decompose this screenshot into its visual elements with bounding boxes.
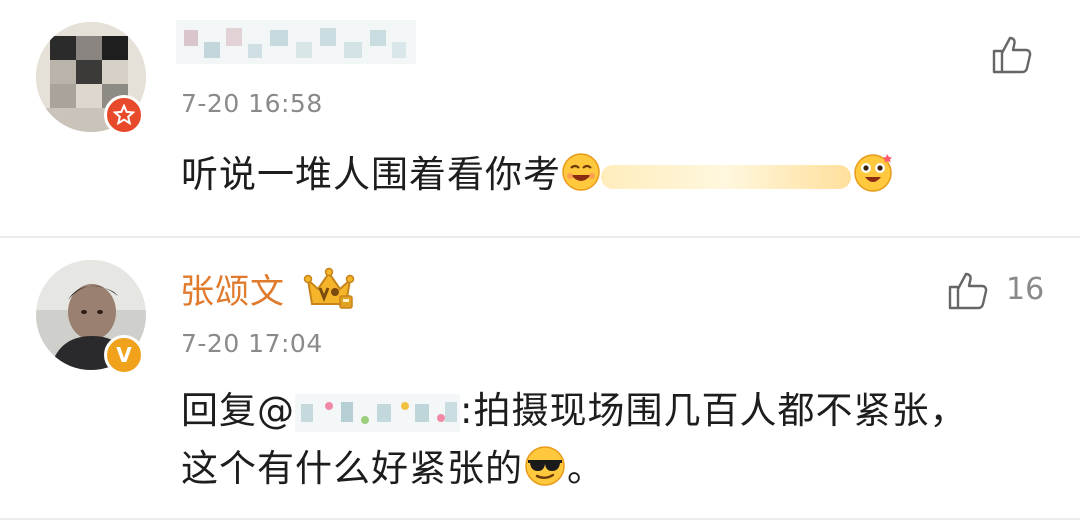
comment-item: V 张颂文 16 7-20 17:04 回复@:拍摄现场围几百人都不紧张， 这… (0, 238, 1080, 520)
crown-vip-icon (302, 266, 356, 316)
star-badge-icon (104, 95, 144, 135)
thumbs-up-icon (948, 272, 988, 310)
comment-timestamp: 7-20 17:04 (181, 329, 323, 358)
comment-timestamp: 7-20 16:58 (181, 89, 323, 118)
laughing-emoji-icon (561, 152, 601, 201)
reply-prefix: 回复 (181, 389, 257, 432)
mention-link[interactable]: @ (257, 389, 295, 432)
comment-text-line-2: 这个有什么好紧张的 。 (181, 438, 605, 497)
comment-text-line-1: 回复@ :拍摄现场围几百人都不紧张， (181, 380, 967, 436)
cool-sunglasses-emoji-icon (523, 444, 567, 497)
comment-username[interactable]: 张颂文 (180, 264, 285, 313)
verified-v-badge-icon: V (104, 335, 144, 375)
excited-emoji-icon (851, 150, 895, 203)
comment-item: 7-20 16:58 听说一堆人围着看你考 (0, 0, 1080, 236)
like-count: 16 (1006, 272, 1045, 307)
badge-letter: V (116, 343, 132, 367)
thumbs-up-icon (992, 36, 1032, 74)
mention-username-blurred[interactable] (295, 390, 460, 436)
username-blurred[interactable] (176, 16, 416, 68)
reply-body-line-2: 这个有什么好紧张的 (181, 447, 523, 490)
reply-body-line-1: :拍摄现场围几百人都不紧张， (460, 389, 968, 432)
glow-decoration (601, 157, 851, 197)
like-button[interactable] (990, 32, 1034, 80)
comment-body: 听说一堆人围着看你考 (181, 153, 561, 196)
like-button[interactable] (946, 268, 990, 316)
comment-text: 听说一堆人围着看你考 (181, 144, 895, 203)
reply-body-end: 。 (567, 447, 605, 490)
